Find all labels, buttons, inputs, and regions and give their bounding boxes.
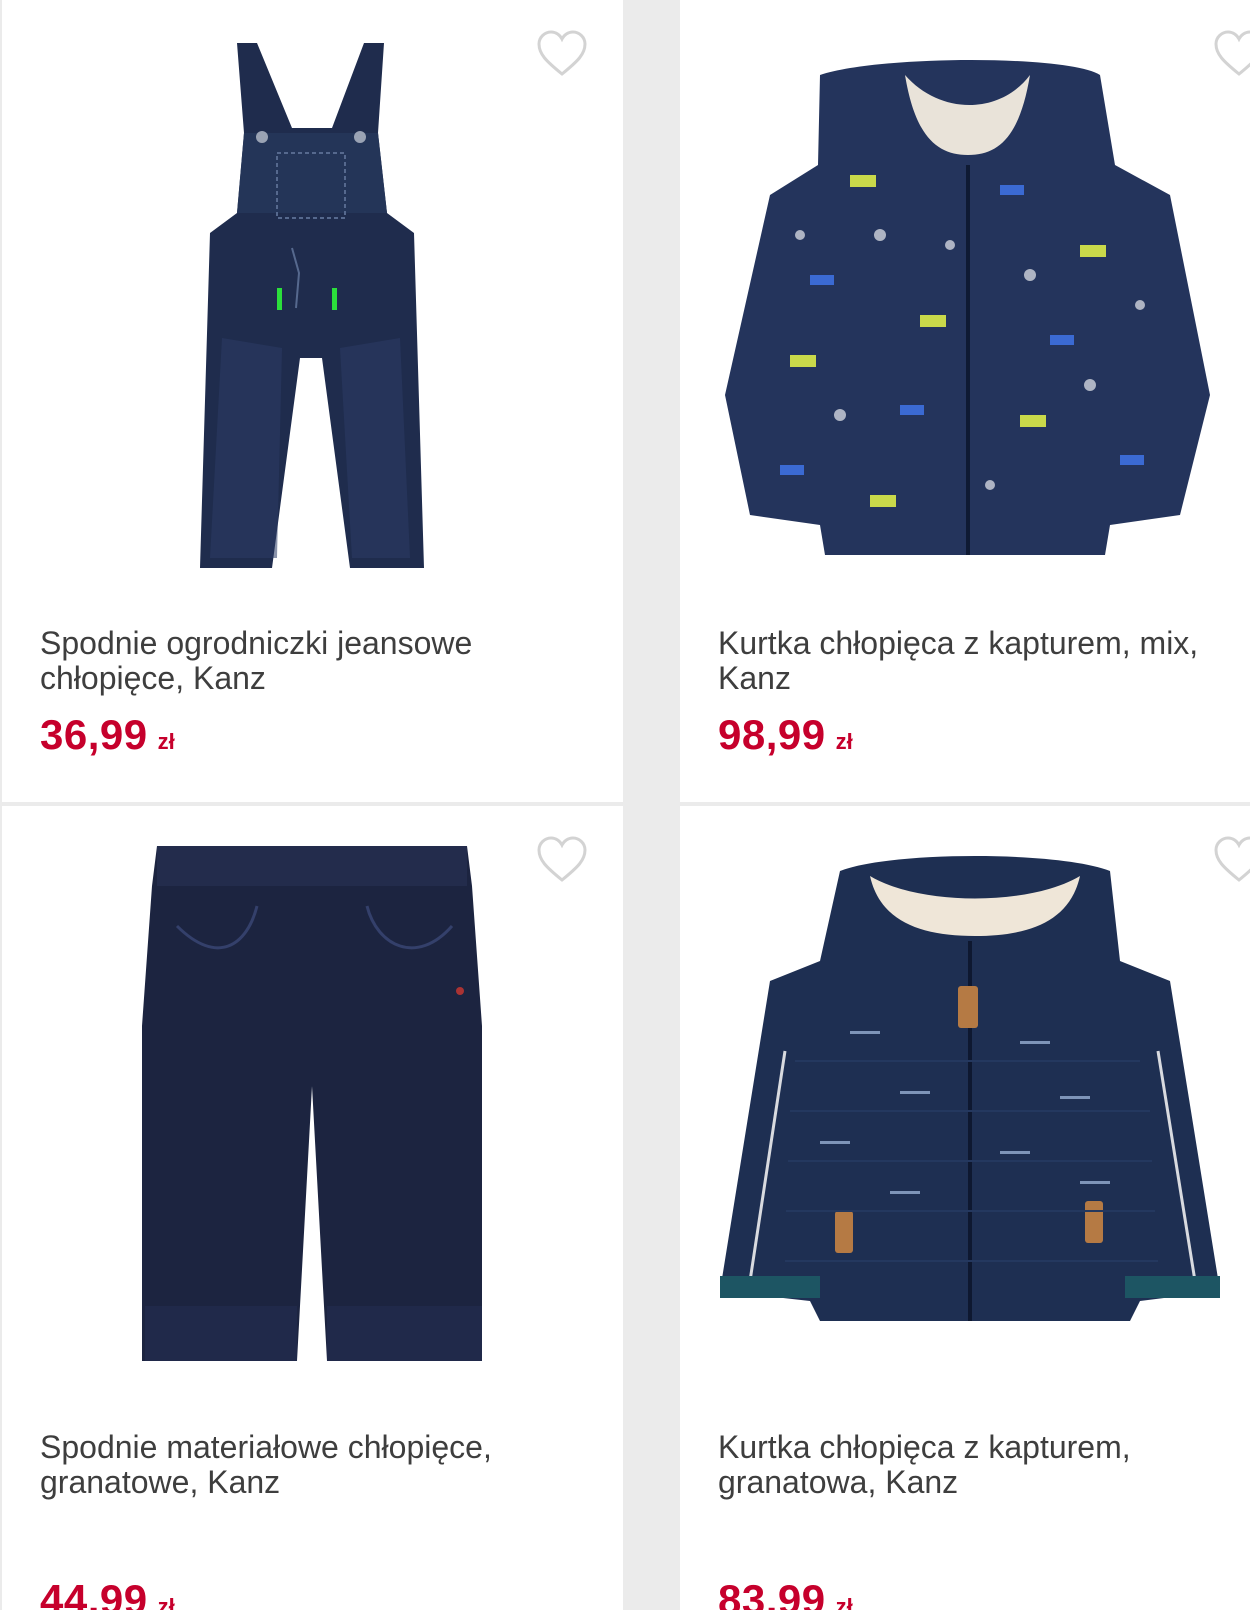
price-currency: zł <box>835 1594 853 1610</box>
product-price: 98,99 zł <box>718 711 853 759</box>
product-image[interactable] <box>2 806 623 1406</box>
product-image[interactable] <box>2 0 623 600</box>
product-card[interactable]: Kurtka chłopięca z kapturem, granatowa, … <box>680 806 1250 1610</box>
price-currency: zł <box>835 729 853 754</box>
product-card[interactable]: Spodnie materiałowe chłopięce, granatowe… <box>2 806 623 1610</box>
price-amount: 83,99 <box>718 1576 826 1610</box>
price-currency: zł <box>157 1594 175 1610</box>
product-title[interactable]: Spodnie ogrodniczki jeansowe chłopięce, … <box>40 626 580 696</box>
price-amount: 98,99 <box>718 711 826 758</box>
jacket-mix-image <box>725 60 1210 555</box>
product-card[interactable]: Spodnie ogrodniczki jeansowe chłopięce, … <box>2 0 623 802</box>
product-image[interactable] <box>680 0 1250 600</box>
product-image[interactable] <box>680 806 1250 1406</box>
product-title[interactable]: Kurtka chłopięca z kapturem, granatowa, … <box>718 1430 1248 1500</box>
price-amount: 36,99 <box>40 711 148 758</box>
price-amount: 44,99 <box>40 1576 148 1610</box>
product-title[interactable]: Spodnie materiałowe chłopięce, granatowe… <box>40 1430 580 1500</box>
product-card[interactable]: Kurtka chłopięca z kapturem, mix, Kanz 9… <box>680 0 1250 802</box>
product-price: 36,99 zł <box>40 711 175 759</box>
product-price: 83,99 zł <box>718 1576 853 1610</box>
jacket-navy-image <box>720 856 1220 1321</box>
overalls-image <box>200 43 424 568</box>
price-currency: zł <box>157 729 175 754</box>
trousers-image <box>142 846 482 1361</box>
product-price: 44,99 zł <box>40 1576 175 1610</box>
product-title[interactable]: Kurtka chłopięca z kapturem, mix, Kanz <box>718 626 1248 696</box>
